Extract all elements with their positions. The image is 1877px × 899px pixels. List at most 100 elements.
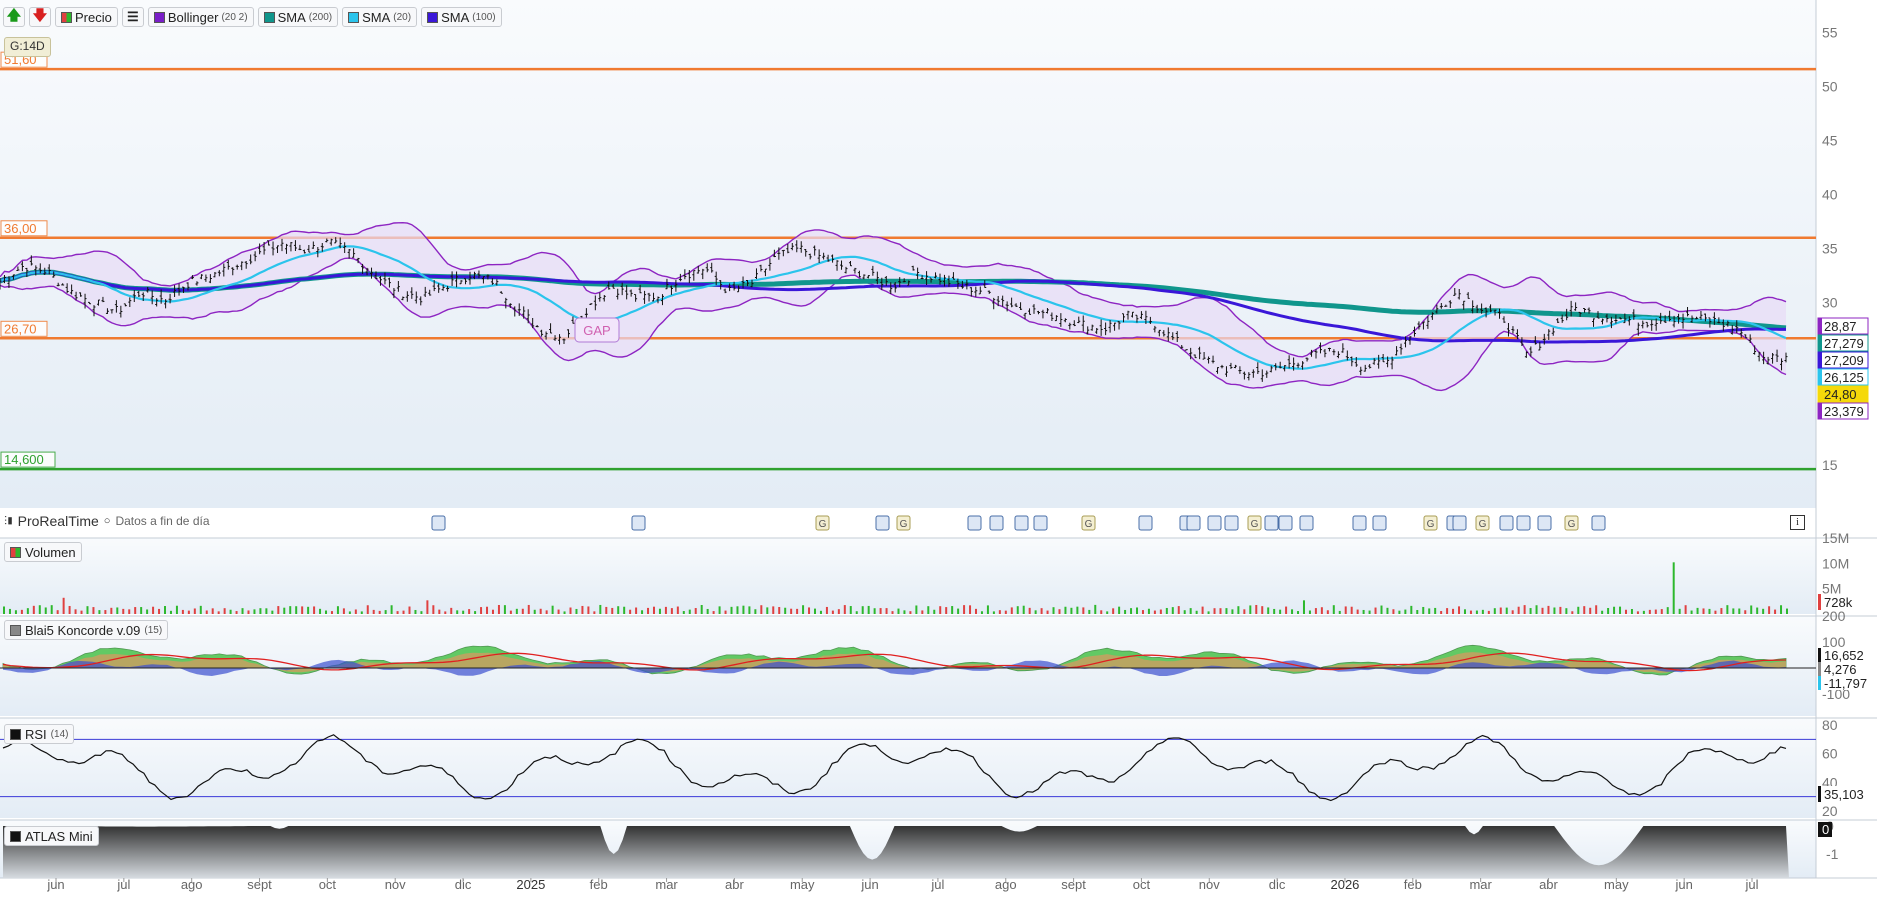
- volume-bar: [1297, 611, 1300, 614]
- price-toggle-button[interactable]: Precio: [55, 7, 118, 27]
- volume-bar: [122, 608, 125, 614]
- volume-bar: [855, 611, 858, 614]
- koncorde-swatch: [10, 624, 21, 636]
- volume-bar: [1124, 609, 1127, 614]
- event-marker-label: G: [1251, 519, 1259, 530]
- volume-bar: [74, 609, 77, 614]
- rsi-panel-label[interactable]: RSI (14): [4, 724, 75, 744]
- volume-bar: [1523, 605, 1526, 614]
- event-marker-label: G: [1427, 519, 1435, 530]
- volume-bar: [1708, 608, 1711, 614]
- volume-bar: [8, 608, 11, 614]
- volume-bar: [1130, 608, 1133, 614]
- period-badge[interactable]: G:14D: [4, 37, 51, 57]
- event-marker: [1299, 515, 1314, 531]
- volume-bar: [736, 606, 739, 614]
- volume-bar: [259, 608, 262, 614]
- volume-bar: [1112, 608, 1115, 614]
- volume-bar: [617, 606, 620, 614]
- eod-circle-icon: ○: [103, 515, 111, 527]
- price-y-tick: 35: [1822, 241, 1838, 257]
- indicator-bollinger-button[interactable]: Bollinger (20 2): [147, 7, 254, 27]
- atlas-panel-label[interactable]: ATLAS Mini: [4, 826, 99, 846]
- volume-bar: [158, 608, 161, 614]
- level-label: 14,600: [4, 452, 44, 467]
- gap-annotation-label: GAP: [583, 323, 610, 338]
- volume-bar: [1147, 608, 1150, 614]
- volume-bar: [1320, 607, 1323, 614]
- volume-bar: [20, 609, 23, 614]
- volume-bar: [128, 609, 131, 614]
- volume-bar: [975, 608, 978, 614]
- indicator-sma100-button[interactable]: SMA (100): [421, 7, 502, 27]
- chart-canvas[interactable]: 55504540353025201551,6036,0026,7014,600G…: [0, 0, 1877, 896]
- indicator-sma20-button[interactable]: SMA (20): [342, 7, 418, 27]
- volume-bar: [1487, 610, 1490, 614]
- volume-bar: [1583, 606, 1586, 614]
- volume-bar: [998, 610, 1001, 614]
- volume-bar: [414, 609, 417, 614]
- volume-bar: [1607, 608, 1610, 614]
- volume-bar: [1338, 610, 1341, 614]
- volume-bar: [658, 608, 661, 614]
- volume-bar: [211, 608, 214, 614]
- panel-title: Volumen: [25, 544, 76, 560]
- event-marker: [967, 515, 982, 531]
- rsi-y-tick: 60: [1822, 746, 1838, 762]
- list-icon[interactable]: ☰: [121, 7, 144, 27]
- koncorde-panel-label[interactable]: Blai5 Koncorde v.09 (15): [4, 620, 169, 640]
- event-marker-label: G: [819, 519, 827, 530]
- volume-bar: [1261, 606, 1264, 614]
- volume-bar: [1195, 610, 1198, 614]
- volume-bar: [1201, 606, 1204, 614]
- volume-bar: [1469, 610, 1472, 614]
- volume-bar: [68, 605, 71, 614]
- volume-bar: [1028, 607, 1031, 614]
- volume-bar: [969, 605, 972, 614]
- volume-bar: [474, 611, 477, 614]
- volume-bar: [1207, 611, 1210, 614]
- price-y-tick: 30: [1822, 295, 1838, 311]
- event-marker: [1186, 515, 1201, 531]
- volume-bar: [1153, 610, 1156, 614]
- atlas-area: [3, 826, 1789, 878]
- volume-bar: [1004, 610, 1007, 614]
- sell-arrow-button[interactable]: 🡇: [29, 7, 51, 27]
- volume-panel-label[interactable]: Volumen: [4, 542, 82, 562]
- level-label: 26,70: [4, 321, 37, 336]
- chart-container[interactable]: 55504540353025201551,6036,0026,7014,600G…: [0, 0, 1877, 896]
- volume-bar: [247, 610, 250, 614]
- volume-bar: [1720, 608, 1723, 614]
- buy-arrow-button[interactable]: 🡅: [3, 7, 25, 27]
- volume-bar: [611, 607, 614, 614]
- volume-bar: [1082, 607, 1085, 614]
- event-marker-label: G: [900, 519, 908, 530]
- volume-bar: [1654, 609, 1657, 614]
- volume-bar: [1243, 609, 1246, 614]
- volume-bar: [1308, 610, 1311, 614]
- atlas-current-label: 0: [1822, 822, 1829, 837]
- volume-bar: [1702, 608, 1705, 614]
- volume-bar: [301, 606, 304, 614]
- volume-bar: [843, 605, 846, 614]
- volume-bar: [784, 607, 787, 614]
- volume-bar: [1601, 610, 1604, 614]
- event-marker: [431, 515, 446, 531]
- indicator-sma200-button[interactable]: SMA (200): [257, 7, 339, 27]
- volume-bar: [1458, 606, 1461, 614]
- volume-bar: [527, 604, 530, 614]
- volume-bar: [1279, 609, 1282, 614]
- volume-bar: [283, 607, 286, 614]
- volume-bar: [831, 610, 834, 614]
- info-icon[interactable]: i: [1790, 515, 1805, 530]
- volume-bar: [1780, 605, 1783, 614]
- panel-params: (15): [144, 624, 163, 636]
- volume-bar: [915, 605, 918, 614]
- volume-bar: [253, 609, 256, 614]
- volume-bar: [491, 609, 494, 614]
- volume-bar: [342, 608, 345, 614]
- volume-bar: [533, 609, 536, 614]
- volume-bar: [1231, 609, 1234, 614]
- volume-bar: [325, 610, 328, 614]
- volume-bar: [1541, 607, 1544, 614]
